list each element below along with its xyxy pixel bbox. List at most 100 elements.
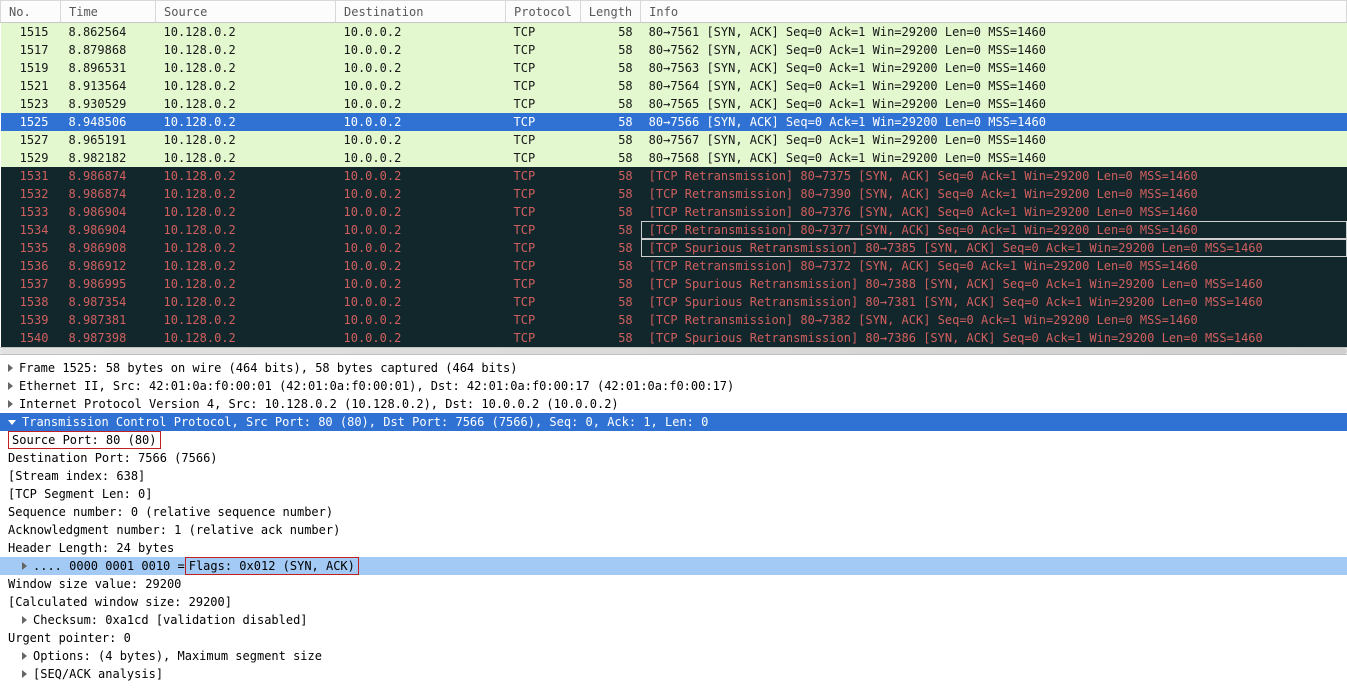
cell-time: 8.987398 [61,329,156,347]
cell-info: [TCP Spurious Retransmission] 80→7386 [S… [641,329,1347,347]
packet-list-table[interactable]: No. Time Source Destination Protocol Len… [0,0,1347,347]
packet-row[interactable]: 15348.98690410.128.0.210.0.0.2TCP58[TCP … [1,221,1347,239]
packet-row[interactable]: 15238.93052910.128.0.210.0.0.2TCP5880→75… [1,95,1347,113]
col-header-destination[interactable]: Destination [336,1,506,23]
packet-row[interactable]: 15298.98218210.128.0.210.0.0.2TCP5880→75… [1,149,1347,167]
detail-flags[interactable]: .... 0000 0001 0010 = Flags: 0x012 (SYN,… [0,557,1347,575]
packet-row[interactable]: 15318.98687410.128.0.210.0.0.2TCP58[TCP … [1,167,1347,185]
detail-opts-text: Options: (4 bytes), Maximum segment size [33,647,322,665]
detail-src-port[interactable]: Source Port: 80 (80) [0,431,1347,449]
cell-time: 8.986995 [61,275,156,293]
cell-len: 58 [580,185,640,203]
detail-seq-ack-analysis[interactable]: [SEQ/ACK analysis] [0,665,1347,683]
col-header-time[interactable]: Time [61,1,156,23]
cell-info: 80→7563 [SYN, ACK] Seq=0 Ack=1 Win=29200… [641,59,1347,77]
detail-tcp[interactable]: Transmission Control Protocol, Src Port:… [0,413,1347,431]
col-header-source[interactable]: Source [156,1,336,23]
cell-time: 8.896531 [61,59,156,77]
cell-proto: TCP [506,167,581,185]
packet-row[interactable]: 15328.98687410.128.0.210.0.0.2TCP58[TCP … [1,185,1347,203]
cell-proto: TCP [506,239,581,257]
cell-src: 10.128.0.2 [156,59,336,77]
detail-cksum-text: Checksum: 0xa1cd [validation disabled] [33,611,308,629]
cell-time: 8.986908 [61,239,156,257]
packet-row[interactable]: 15178.87986810.128.0.210.0.0.2TCP5880→75… [1,41,1347,59]
packet-row[interactable]: 15218.91356410.128.0.210.0.0.2TCP5880→75… [1,77,1347,95]
detail-options[interactable]: Options: (4 bytes), Maximum segment size [0,647,1347,665]
detail-flags-prefix: .... 0000 0001 0010 = [33,557,185,575]
detail-window-size[interactable]: Window size value: 29200 [0,575,1347,593]
col-header-info[interactable]: Info [641,1,1347,23]
cell-src: 10.128.0.2 [156,311,336,329]
detail-stream-index[interactable]: [Stream index: 638] [0,467,1347,485]
detail-ip[interactable]: Internet Protocol Version 4, Src: 10.128… [0,395,1347,413]
cell-no: 1535 [1,239,61,257]
packet-row[interactable]: 15198.89653110.128.0.210.0.0.2TCP5880→75… [1,59,1347,77]
cell-proto: TCP [506,131,581,149]
detail-seq[interactable]: Sequence number: 0 (relative sequence nu… [0,503,1347,521]
cell-src: 10.128.0.2 [156,239,336,257]
cell-proto: TCP [506,185,581,203]
cell-proto: TCP [506,149,581,167]
cell-time: 8.913564 [61,77,156,95]
detail-checksum[interactable]: Checksum: 0xa1cd [validation disabled] [0,611,1347,629]
detail-header-length[interactable]: Header Length: 24 bytes [0,539,1347,557]
packet-row[interactable]: 15358.98690810.128.0.210.0.0.2TCP58[TCP … [1,239,1347,257]
cell-src: 10.128.0.2 [156,275,336,293]
cell-info: [TCP Retransmission] 80→7372 [SYN, ACK] … [641,257,1347,275]
chevron-right-icon [22,652,27,660]
packet-row[interactable]: 15338.98690410.128.0.210.0.0.2TCP58[TCP … [1,203,1347,221]
packet-row[interactable]: 15258.94850610.128.0.210.0.0.2TCP5880→75… [1,113,1347,131]
cell-len: 58 [580,293,640,311]
col-header-protocol[interactable]: Protocol [506,1,581,23]
col-header-no[interactable]: No. [1,1,61,23]
detail-win-text: Window size value: 29200 [8,575,181,593]
packet-row[interactable]: 15398.98738110.128.0.210.0.0.2TCP58[TCP … [1,311,1347,329]
cell-proto: TCP [506,23,581,41]
pane-divider[interactable] [0,347,1347,355]
cell-len: 58 [580,329,640,347]
packet-row[interactable]: 15378.98699510.128.0.210.0.0.2TCP58[TCP … [1,275,1347,293]
detail-seq-text: Sequence number: 0 (relative sequence nu… [8,503,333,521]
cell-time: 8.879868 [61,41,156,59]
detail-calc-window[interactable]: [Calculated window size: 29200] [0,593,1347,611]
cell-info: [TCP Spurious Retransmission] 80→7388 [S… [641,275,1347,293]
cell-len: 58 [580,149,640,167]
cell-dst: 10.0.0.2 [336,221,506,239]
cell-src: 10.128.0.2 [156,293,336,311]
cell-no: 1533 [1,203,61,221]
detail-segment-len[interactable]: [TCP Segment Len: 0] [0,485,1347,503]
cell-proto: TCP [506,293,581,311]
chevron-right-icon [8,382,13,390]
col-header-length[interactable]: Length [580,1,640,23]
cell-len: 58 [580,77,640,95]
cell-src: 10.128.0.2 [156,167,336,185]
cell-time: 8.930529 [61,95,156,113]
detail-stream-text: [Stream index: 638] [8,467,145,485]
packet-row[interactable]: 15278.96519110.128.0.210.0.0.2TCP5880→75… [1,131,1347,149]
detail-frame[interactable]: Frame 1525: 58 bytes on wire (464 bits),… [0,359,1347,377]
cell-time: 8.987381 [61,311,156,329]
cell-proto: TCP [506,203,581,221]
detail-dst-port[interactable]: Destination Port: 7566 (7566) [0,449,1347,467]
detail-seqack-text: [SEQ/ACK analysis] [33,665,163,683]
cell-no: 1539 [1,311,61,329]
detail-urgent-pointer[interactable]: Urgent pointer: 0 [0,629,1347,647]
scrollbar-thumb[interactable] [0,348,1347,354]
cell-len: 58 [580,257,640,275]
packet-row[interactable]: 15158.86256410.128.0.210.0.0.2TCP5880→75… [1,23,1347,41]
chevron-right-icon [22,670,27,678]
packet-row[interactable]: 15388.98735410.128.0.210.0.0.2TCP58[TCP … [1,293,1347,311]
packet-row[interactable]: 15368.98691210.128.0.210.0.0.2TCP58[TCP … [1,257,1347,275]
cell-len: 58 [580,167,640,185]
packet-row[interactable]: 15408.98739810.128.0.210.0.0.2TCP58[TCP … [1,329,1347,347]
cell-dst: 10.0.0.2 [336,311,506,329]
packet-details-tree[interactable]: Frame 1525: 58 bytes on wire (464 bits),… [0,355,1347,687]
detail-ack[interactable]: Acknowledgment number: 1 (relative ack n… [0,521,1347,539]
cell-proto: TCP [506,257,581,275]
column-headers[interactable]: No. Time Source Destination Protocol Len… [1,1,1347,23]
detail-ethernet[interactable]: Ethernet II, Src: 42:01:0a:f0:00:01 (42:… [0,377,1347,395]
cell-dst: 10.0.0.2 [336,203,506,221]
cell-time: 8.948506 [61,113,156,131]
cell-time: 8.986904 [61,203,156,221]
